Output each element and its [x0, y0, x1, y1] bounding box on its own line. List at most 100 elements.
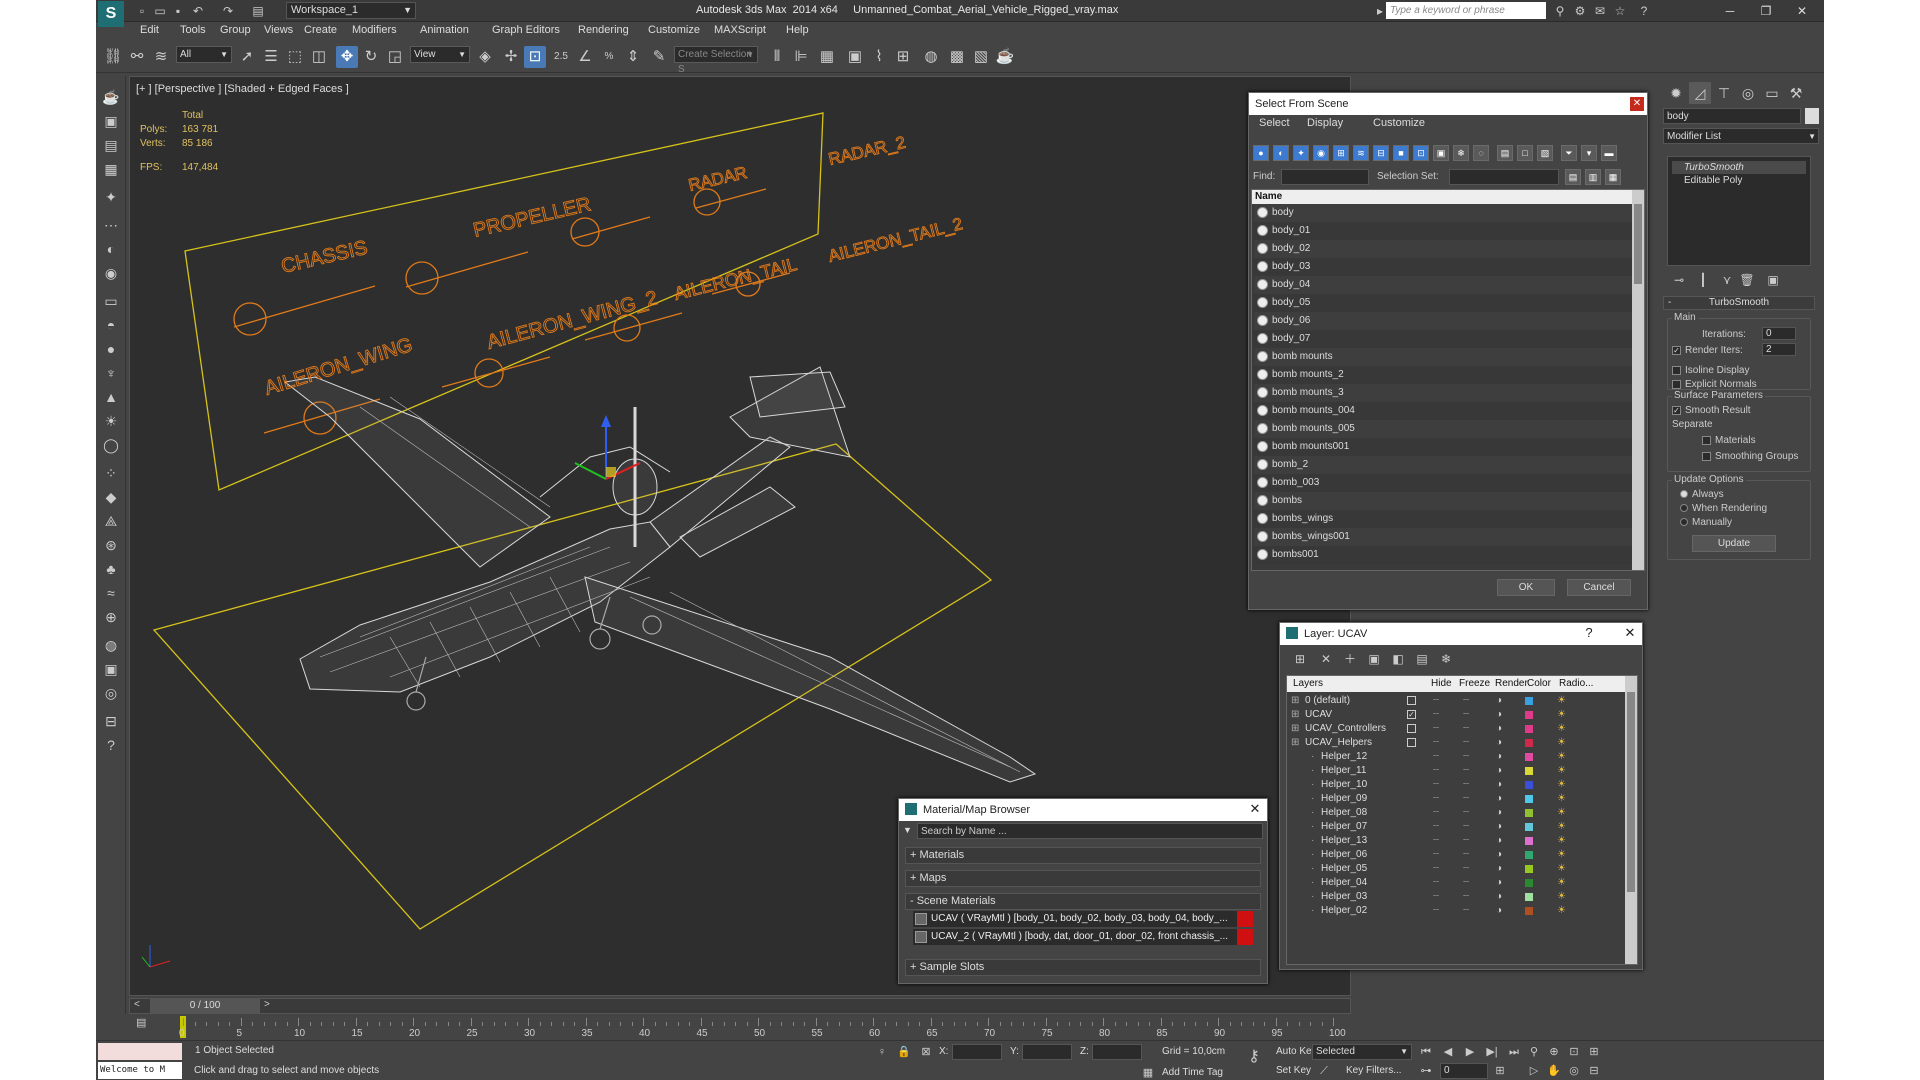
link-icon[interactable]: ⛓ — [102, 46, 124, 68]
percent-snap-icon[interactable]: % — [598, 46, 620, 68]
selection-set-select[interactable] — [1449, 169, 1559, 185]
layer-render-icon[interactable]: ◑ — [1496, 904, 1502, 918]
particles-icon[interactable]: ⁘ — [100, 462, 122, 484]
plant-icon[interactable]: ♣ — [100, 558, 122, 580]
layer-expand-icon[interactable]: · — [1311, 764, 1314, 778]
scene-list-item[interactable]: bomb_003 — [1254, 474, 1634, 492]
select-by-name-icon[interactable]: ☰ — [260, 46, 282, 68]
scene-list-item[interactable]: bomb_2 — [1254, 456, 1634, 474]
fur-icon[interactable]: ♆ — [100, 362, 122, 384]
project-folder-icon[interactable]: ▤ — [250, 3, 266, 19]
layer-radiosity-icon[interactable]: ☀ — [1557, 722, 1566, 736]
ruler-icon[interactable]: ⋯ — [100, 214, 122, 236]
layer-freeze-toggle[interactable]: ╌ — [1463, 764, 1469, 778]
filter-bones-icon[interactable]: ⊡ — [1413, 145, 1429, 161]
name-column-header[interactable]: Name — [1252, 190, 1632, 204]
col-layers[interactable]: Layers — [1293, 678, 1323, 689]
layer-row[interactable]: ⊞ UCAV_Helpers ╌ ╌ ◑ ☀ — [1289, 736, 1611, 750]
scene-list-item[interactable]: body_04 — [1254, 276, 1634, 294]
select-scale-icon[interactable]: ◲ — [384, 46, 406, 68]
max-logo-icon[interactable]: S — [98, 1, 124, 27]
layer-expand-icon[interactable]: · — [1311, 876, 1314, 890]
iterations-spinner[interactable]: 0 — [1762, 327, 1796, 340]
proxy-icon[interactable]: ◆ — [100, 486, 122, 508]
layer-hide-toggle[interactable]: ╌ — [1433, 736, 1439, 750]
show-end-result-icon[interactable]: ┃ — [1695, 272, 1711, 288]
layer-list-scroll-thumb[interactable] — [1627, 692, 1635, 892]
layer-render-icon[interactable]: ◑ — [1496, 890, 1502, 904]
question-icon[interactable]: ? — [100, 734, 122, 756]
layer-radiosity-icon[interactable]: ☀ — [1557, 876, 1566, 890]
edit-named-sets-icon[interactable]: ✎ — [648, 46, 670, 68]
select-invert-icon[interactable]: ▧ — [1537, 145, 1553, 161]
layer-freeze-toggle[interactable]: ╌ — [1463, 890, 1469, 904]
layer-expand-icon[interactable]: ⊞ — [1291, 736, 1299, 750]
layer-row[interactable]: · Helper_05 ╌ ╌ ◑ ☀ — [1289, 862, 1611, 876]
layer-row[interactable]: ⊞ UCAV ✓ ╌ ╌ ◑ ☀ — [1289, 708, 1611, 722]
hide-all-icon[interactable]: ▤ — [1414, 651, 1430, 667]
layer-hide-toggle[interactable]: ╌ — [1433, 778, 1439, 792]
pin-stack-icon[interactable]: ⊸ — [1671, 272, 1687, 288]
ok-button[interactable]: OK — [1497, 579, 1555, 596]
displacement-icon[interactable]: ⟁ — [100, 510, 122, 532]
layer-hide-toggle[interactable]: ╌ — [1433, 862, 1439, 876]
turbosmooth-rollout-header[interactable]: - TurboSmooth — [1663, 296, 1815, 310]
layer-radiosity-icon[interactable]: ☀ — [1557, 834, 1566, 848]
keyboard-shortcut-toggle-icon[interactable]: ⊡ — [524, 46, 546, 68]
layer-expand-icon[interactable]: · — [1311, 778, 1314, 792]
window-crossing-icon[interactable]: ◫ — [308, 46, 330, 68]
plane-icon[interactable]: ▭ — [100, 290, 122, 312]
layer-color-swatch[interactable] — [1525, 767, 1533, 775]
new-selection-set-icon[interactable]: ▤ — [1565, 169, 1581, 185]
scene-list-item[interactable]: bomb mounts_2 — [1254, 366, 1634, 384]
time-next-icon[interactable]: > — [264, 999, 270, 1010]
select-none-icon[interactable]: □ — [1517, 145, 1533, 161]
lock-selection-icon[interactable]: 🔒 — [896, 1044, 912, 1060]
mesh-icon[interactable]: ⊕ — [100, 606, 122, 628]
modify-tab-icon[interactable]: ◿ — [1689, 82, 1711, 104]
filter-spacewarps-icon[interactable]: ≋ — [1353, 145, 1369, 161]
workspace-select[interactable]: Workspace_1 ▼ — [286, 2, 416, 19]
time-slider-thumb[interactable]: 0 / 100 — [150, 999, 260, 1013]
layer-row[interactable]: · Helper_11 ╌ ╌ ◑ ☀ — [1289, 764, 1611, 778]
field-of-view-icon[interactable]: ▷ — [1526, 1063, 1542, 1079]
teapot-render-icon[interactable]: ☕ — [100, 86, 122, 108]
scene-list-item[interactable]: bombs001 — [1254, 546, 1634, 564]
layer-radiosity-icon[interactable]: ☀ — [1557, 750, 1566, 764]
angle-snap-icon[interactable]: ∠ — [574, 46, 596, 68]
unlink-icon[interactable]: ⚯ — [126, 46, 148, 68]
ref-coord-select[interactable]: View ▼ — [410, 46, 470, 63]
bind-space-warp-icon[interactable]: ≋ — [150, 46, 172, 68]
help-icon[interactable]: ? — [1636, 3, 1652, 19]
pan-icon[interactable]: ✋ — [1546, 1063, 1562, 1079]
materials-checkbox[interactable] — [1702, 435, 1711, 445]
layer-freeze-toggle[interactable]: ╌ — [1463, 778, 1469, 792]
scene-explorer-icon[interactable]: ▤ — [100, 134, 122, 156]
menu-create[interactable]: Create — [304, 24, 337, 36]
when-rendering-radio[interactable] — [1680, 504, 1688, 513]
sfs-menu-customize[interactable]: Customize — [1373, 117, 1425, 129]
time-slider[interactable]: < 0 / 100 > — [129, 998, 1351, 1014]
material-browser-close-button[interactable]: ✕ — [1246, 801, 1264, 817]
filter-lights-icon[interactable]: ✦ — [1293, 145, 1309, 161]
layer-render-icon[interactable]: ◑ — [1496, 778, 1502, 792]
align-icon[interactable]: ⊫ — [790, 46, 812, 68]
scene-list-item[interactable]: bombs — [1254, 492, 1634, 510]
filter-options-icon[interactable]: ▾ — [1581, 145, 1597, 161]
goto-end-icon[interactable]: ⏭ — [1506, 1044, 1522, 1060]
layer-row[interactable]: · Helper_07 ╌ ╌ ◑ ☀ — [1289, 820, 1611, 834]
layer-radiosity-icon[interactable]: ☀ — [1557, 708, 1566, 722]
layer-freeze-toggle[interactable]: ╌ — [1463, 736, 1469, 750]
rendered-frame-window-icon[interactable]: ▧ — [970, 46, 992, 68]
layer-row[interactable]: ⊞ UCAV_Controllers ╌ ╌ ◑ ☀ — [1289, 722, 1611, 736]
layer-help-button[interactable]: ? — [1580, 625, 1598, 641]
x-coordinate-field[interactable] — [952, 1044, 1002, 1060]
select-object-icon[interactable]: ➚ — [236, 46, 258, 68]
layer-list-scrollbar[interactable] — [1625, 676, 1637, 964]
layer-freeze-toggle[interactable]: ╌ — [1463, 834, 1469, 848]
redo-icon[interactable]: ↷ — [220, 3, 236, 19]
layer-expand-icon[interactable]: ⊞ — [1291, 708, 1299, 722]
rect-selection-icon[interactable]: ⬚ — [284, 46, 306, 68]
layer-color-swatch[interactable] — [1525, 725, 1533, 733]
layer-color-swatch[interactable] — [1525, 865, 1533, 873]
